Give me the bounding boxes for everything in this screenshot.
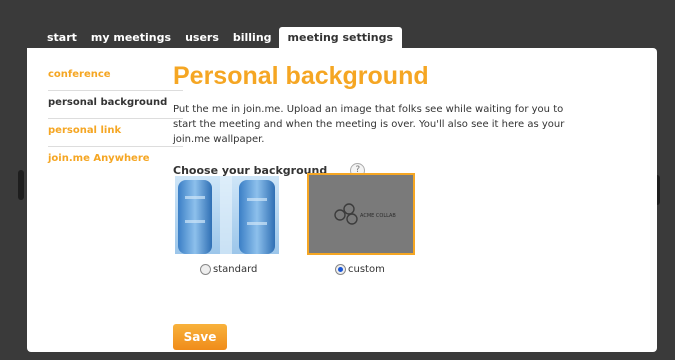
standard-radio-label: standard — [213, 264, 258, 275]
page-description: Put the me in join.me. Upload an image t… — [173, 104, 565, 145]
background-options: ACME COLLAB standard custom — [173, 173, 633, 276]
tab-meeting-settings[interactable]: meeting settings — [278, 27, 403, 48]
main-nav-tabs: start my meetings users billing meeting … — [40, 27, 403, 48]
tab-start[interactable]: start — [40, 27, 84, 48]
sidebar-item-personal-link[interactable]: personal link — [48, 120, 183, 147]
tab-my-meetings[interactable]: my meetings — [84, 27, 178, 48]
acme-collab-logo: ACME COLLAB — [309, 175, 413, 253]
sidebar-item-personal-background[interactable]: personal background — [48, 92, 183, 119]
tab-billing[interactable]: billing — [226, 27, 279, 48]
settings-panel: conference personal background personal … — [27, 48, 657, 352]
standard-option[interactable]: standard — [200, 264, 257, 275]
custom-radio-label: custom — [348, 264, 385, 275]
top-bar: start my meetings users billing meeting … — [0, 0, 675, 48]
save-button[interactable]: Save — [173, 324, 227, 350]
page-title: Personal background — [173, 62, 429, 90]
main-content: Personal background Put the me in join.m… — [173, 60, 633, 350]
standard-background-thumbnail[interactable] — [175, 176, 279, 254]
backdrop-edge-left — [18, 170, 24, 200]
custom-background-thumbnail[interactable]: ACME COLLAB — [307, 173, 415, 255]
settings-sidebar: conference personal background personal … — [48, 64, 183, 175]
tab-users[interactable]: users — [178, 27, 226, 48]
custom-logo-text: ACME COLLAB — [360, 213, 396, 219]
sidebar-item-joinme-anywhere[interactable]: join.me Anywhere — [48, 148, 183, 174]
custom-option[interactable]: custom — [335, 264, 385, 275]
water-bottles-image — [175, 176, 279, 254]
sidebar-item-conference[interactable]: conference — [48, 64, 183, 91]
custom-radio[interactable] — [335, 264, 346, 275]
standard-radio[interactable] — [200, 264, 211, 275]
